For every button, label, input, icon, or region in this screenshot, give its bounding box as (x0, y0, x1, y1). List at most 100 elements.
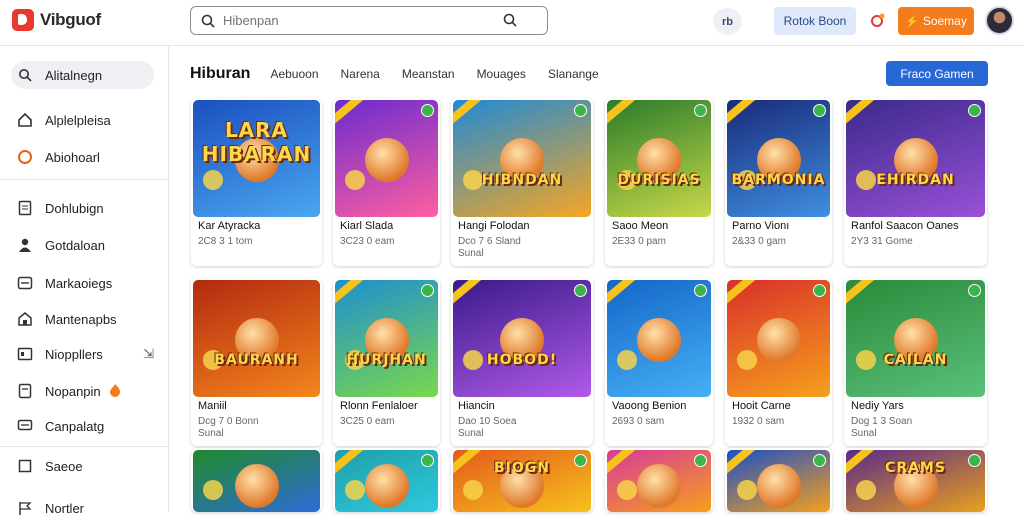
sidebar-item-3[interactable]: Dohlubign (11, 194, 154, 222)
search-box[interactable] (190, 6, 548, 35)
game-meta: Dog 1 3 Soan Sunal (851, 416, 912, 440)
game-thumbnail[interactable] (193, 450, 320, 512)
top-bar: Vibguof rb Rotok Boon ⚡ Soemay (0, 0, 1024, 46)
game-card[interactable]: BIOGN (451, 448, 593, 512)
game-card[interactable]: Vaoong Benion 2693 0 sam (605, 278, 713, 446)
tab-1[interactable]: Aebuoon (270, 67, 318, 81)
square-icon (17, 458, 33, 474)
game-meta: Dco 7 6 Sland Sunal (458, 236, 521, 260)
game-meta: 3C23 0 eam (340, 236, 394, 248)
status-badge (574, 104, 587, 117)
game-thumbnail[interactable]: CRAMS (846, 450, 985, 512)
game-thumbnail[interactable]: HURJHAN (335, 280, 438, 397)
sidebar-item-8[interactable]: Nopanpin (11, 377, 154, 405)
expand-icon[interactable]: ⇲ (143, 346, 154, 362)
game-thumbnail[interactable]: BIOGN (453, 450, 591, 512)
sidebar-item-4[interactable]: Gotdaloan (11, 231, 154, 259)
game-meta: Dao 10 Soea Sunal (458, 416, 516, 440)
game-meta-line: 3C23 0 eam (340, 236, 395, 247)
game-thumbnail[interactable]: BARMONIA (727, 100, 830, 217)
game-thumbnail[interactable] (335, 100, 438, 217)
tab-0[interactable]: Hiburan (190, 65, 250, 83)
sidebar-item-0[interactable]: Alitalnegn (11, 61, 154, 89)
game-thumbnail[interactable]: EHIRDAN (846, 100, 985, 217)
game-title-art: CRAMS (885, 460, 946, 476)
ribbon-badge (727, 280, 755, 306)
sidebar-item-1[interactable]: Alplelpleisa (11, 106, 154, 134)
game-meta-line: Sunal (458, 428, 484, 439)
game-card[interactable]: Kiarl Slada 3C23 0 eam (333, 98, 440, 266)
ribbon-badge (453, 280, 481, 306)
game-card[interactable]: EHIRDAN Ranfol Saacon Oanes 2Y3 31 Gome (844, 98, 987, 266)
status-badge (968, 104, 981, 117)
sidebar-item-2[interactable]: Abiohoarl (11, 143, 154, 171)
game-title-art: BARMONIA (731, 172, 826, 188)
game-card[interactable]: HURJHAN Rlonn Fenlaloer 3C25 0 eam (333, 278, 440, 446)
tab-4[interactable]: Mouages (477, 67, 526, 81)
sidebar-item-7[interactable]: Nioppllers ⇲ (11, 340, 154, 368)
game-card[interactable]: BAURANH Maniil Dcg 7 0 Bonn Sunal (191, 278, 322, 446)
search-submit-icon[interactable] (503, 13, 517, 27)
sidebar-item-5[interactable]: Markaoiegs (11, 269, 154, 297)
sidebar-item-6[interactable]: Mantenapbs (11, 305, 154, 333)
alert-icon[interactable] (870, 12, 886, 28)
game-meta: 2E33 0 pam (612, 236, 666, 248)
game-card[interactable] (333, 448, 440, 512)
mail-icon (17, 275, 33, 291)
game-card[interactable]: Hooit Carne 1932 0 sam (725, 278, 832, 446)
primary-button[interactable]: ⚡ Soemay (898, 7, 974, 35)
character-illustration (364, 464, 409, 508)
game-name: Kar Atyracka (198, 220, 261, 232)
game-card[interactable]: HIBNDAN Hangi Folodan Dco 7 6 Sland Sunal (451, 98, 593, 266)
game-thumbnail[interactable] (727, 450, 830, 512)
sidebar-item-9[interactable]: Canpalatg (11, 412, 154, 440)
game-card[interactable] (605, 448, 713, 512)
secondary-button[interactable]: Rotok Boon (774, 7, 856, 35)
ribbon-badge (607, 450, 635, 476)
game-thumbnail[interactable]: HOBOD! (453, 280, 591, 397)
tag-icon (17, 383, 33, 399)
avatar[interactable] (985, 6, 1014, 35)
action-button[interactable]: Fraco Gamen (886, 61, 988, 86)
game-card[interactable]: BARMONIA Parno Vionı 2&33 0 gam (725, 98, 832, 266)
game-title-art: HURJHAN (346, 352, 427, 368)
game-card[interactable] (725, 448, 832, 512)
game-thumbnail[interactable] (727, 280, 830, 397)
notification-button[interactable]: rb (713, 8, 742, 35)
game-meta: 2C8 3 1 tom (198, 236, 252, 248)
sidebar-item-10[interactable]: Saeoe (11, 452, 154, 480)
game-thumbnail[interactable] (607, 450, 711, 512)
game-card[interactable]: CRAMS (844, 448, 987, 512)
status-badge (421, 454, 434, 467)
coin-illustration (617, 480, 637, 500)
game-meta-line: 3C25 0 eam (340, 416, 395, 427)
game-card[interactable]: DURISIAS Saoo Meon 2E33 0 pam (605, 98, 713, 266)
game-card[interactable]: LARA HIBARAN Kar Atyracka 2C8 3 1 tom (191, 98, 322, 266)
search-input[interactable] (223, 13, 493, 28)
ribbon-badge (335, 100, 363, 126)
game-thumbnail[interactable] (607, 280, 711, 397)
game-thumbnail[interactable] (335, 450, 438, 512)
game-name: Maniil (198, 400, 227, 412)
game-thumbnail[interactable]: DURISIAS (607, 100, 711, 217)
game-meta-line: Dao 10 Soea (458, 416, 517, 427)
status-badge (694, 284, 707, 297)
game-thumbnail[interactable]: BAURANH (193, 280, 320, 397)
category-tabs: Hiburan Aebuoon Narena Meanstan Mouages … (190, 60, 621, 88)
sidebar-item-label: Mantenapbs (45, 311, 117, 327)
game-card[interactable] (191, 448, 322, 512)
game-card[interactable]: HOBOD! Hiancin Dao 10 Soea Sunal (451, 278, 593, 446)
tab-5[interactable]: Slanange (548, 67, 599, 81)
game-thumbnail[interactable]: LARA HIBARAN (193, 100, 320, 217)
tab-3[interactable]: Meanstan (402, 67, 455, 81)
game-card[interactable]: CAILAN Nediy Yars Dog 1 3 Soan Sunal (844, 278, 987, 446)
game-thumbnail[interactable]: HIBNDAN (453, 100, 591, 217)
character-illustration (756, 318, 801, 362)
app-logo[interactable]: Vibguof (12, 9, 101, 31)
game-meta-line: 2Y3 31 Gome (851, 236, 913, 247)
game-thumbnail[interactable]: CAILAN (846, 280, 985, 397)
game-title-art: CAILAN (883, 352, 948, 368)
tab-2[interactable]: Narena (341, 67, 380, 81)
sidebar-item-11[interactable]: Nortler (11, 494, 154, 522)
sidebar-item-label: Abiohoarl (45, 149, 100, 165)
